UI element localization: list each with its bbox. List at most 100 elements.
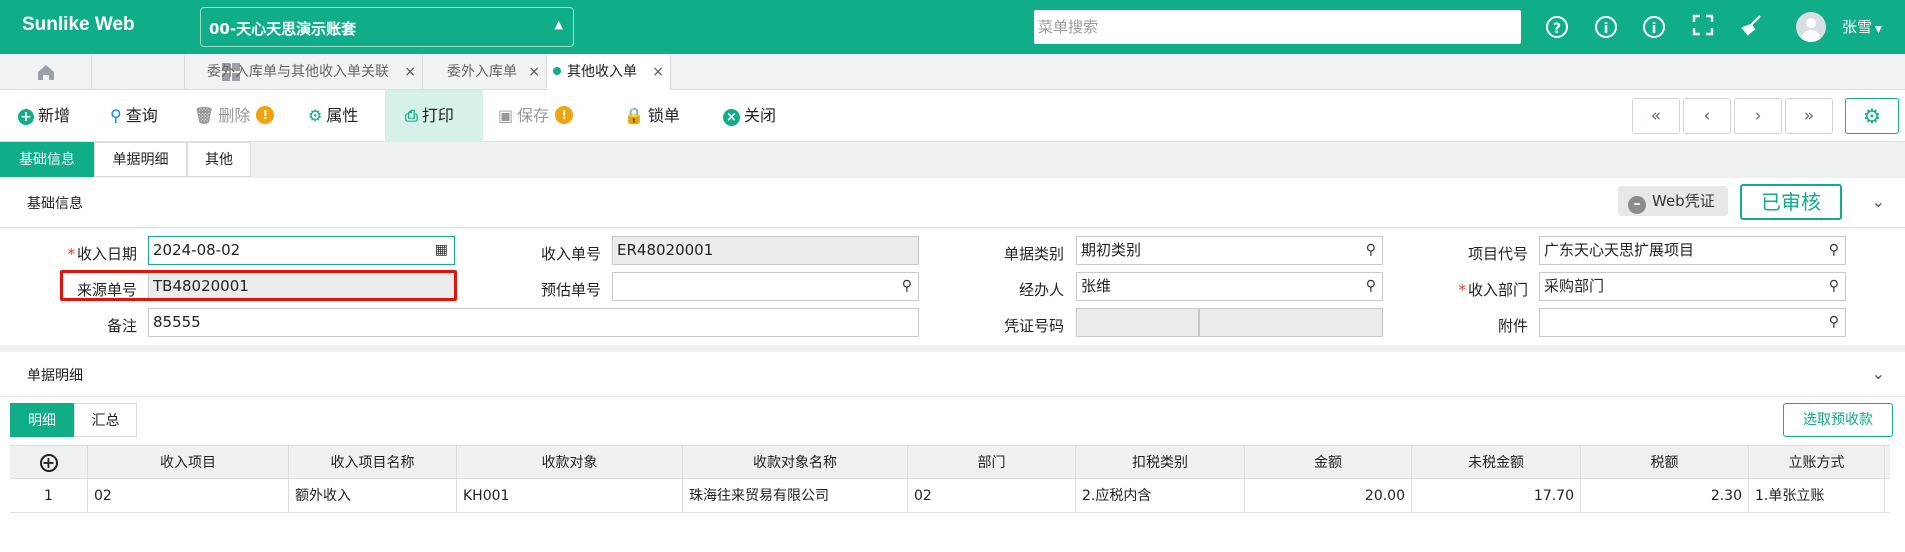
- receive-date-field[interactable]: 2024-08-02 ▦: [148, 236, 455, 265]
- page-tab-bar: 委外入库单与其他收入单关联 × 委外入库单 × 其他收入单 ×: [0, 54, 1905, 90]
- table-cell[interactable]: 2.30: [1581, 479, 1749, 513]
- last-record-button[interactable]: »: [1785, 98, 1833, 134]
- subtab-basic-info[interactable]: 基础信息: [0, 142, 94, 177]
- search-icon[interactable]: ⚲: [1366, 237, 1376, 264]
- handler-field[interactable]: 张维 ⚲: [1076, 272, 1383, 301]
- search-icon[interactable]: ⚲: [1829, 273, 1839, 300]
- print-button[interactable]: ⎙ 打印: [385, 90, 483, 142]
- project-code-field[interactable]: 广东天心天思扩展项目 ⚲: [1539, 236, 1846, 265]
- lock-button[interactable]: 🔒 锁单: [610, 90, 680, 142]
- settings-button[interactable]: ⚙: [1845, 98, 1899, 134]
- table-cell[interactable]: KH001: [457, 479, 683, 513]
- table-cell[interactable]: 额外收入: [289, 479, 457, 513]
- column-header[interactable]: 收入项目名称: [289, 446, 457, 480]
- app-grid-tab[interactable]: [92, 54, 240, 90]
- properties-button[interactable]: ⚙ 属性: [294, 90, 358, 142]
- home-tab[interactable]: [0, 54, 92, 90]
- tab-other-income[interactable]: 其他收入单 ×: [547, 54, 671, 90]
- plus-icon: +: [18, 109, 34, 125]
- subtab-other[interactable]: 其他: [187, 142, 251, 177]
- gear-icon: ⚙: [1863, 104, 1881, 128]
- print-label: 打印: [421, 106, 454, 125]
- add-row-button[interactable]: +: [10, 446, 88, 480]
- top-header: Sunlike Web 00-天心天思演示账套 ▲ ? i i 张雪▼: [0, 0, 1905, 54]
- column-header[interactable]: 部门: [908, 446, 1076, 480]
- column-header[interactable]: 未税金额: [1412, 446, 1581, 480]
- search-icon[interactable]: ⚲: [1829, 237, 1839, 264]
- table-cell[interactable]: 20.00: [1245, 479, 1412, 513]
- chevron-down-icon[interactable]: ⌄: [1872, 364, 1885, 383]
- receive-dept-value: 采购部门: [1544, 277, 1605, 295]
- close-icon[interactable]: ×: [528, 54, 540, 90]
- column-header[interactable]: 立账方式: [1749, 446, 1885, 480]
- column-header[interactable]: 扣税类别: [1076, 446, 1245, 480]
- new-button[interactable]: + 新增: [4, 90, 70, 142]
- doc-type-field[interactable]: 期初类别 ⚲: [1076, 236, 1383, 265]
- broom-icon[interactable]: [1738, 14, 1764, 40]
- table-cell[interactable]: 珠海往来贸易有限公司: [683, 479, 908, 513]
- voucher-no-field-1: [1076, 308, 1199, 337]
- tab-outsource-receipt[interactable]: 委外入库单 ×: [423, 54, 547, 90]
- web-voucher-button[interactable]: – Web凭证: [1618, 186, 1728, 216]
- properties-label: 属性: [326, 106, 359, 125]
- subtab-doc-detail[interactable]: 单据明细: [94, 142, 187, 177]
- search-icon[interactable]: ⚲: [1366, 273, 1376, 300]
- table-cell[interactable]: 1.单张立账: [1749, 479, 1885, 513]
- column-header[interactable]: 收款对象名称: [683, 446, 908, 480]
- column-header[interactable]: 税额: [1581, 446, 1749, 480]
- close-circle-icon: ×: [723, 109, 740, 126]
- column-header[interactable]: 收款对象: [457, 446, 683, 480]
- new-label: 新增: [38, 106, 71, 125]
- chevron-down-icon[interactable]: ⌄: [1872, 192, 1885, 211]
- handler-label: 经办人: [1018, 281, 1064, 299]
- table-cell[interactable]: 02: [908, 479, 1076, 513]
- menu-search-input[interactable]: [1034, 10, 1521, 44]
- prev-record-button[interactable]: ‹: [1683, 98, 1731, 134]
- close-button[interactable]: × 关闭: [709, 90, 776, 142]
- delete-button[interactable]: 🗑 删除!: [180, 90, 275, 142]
- user-menu[interactable]: 张雪 ▼: [1842, 16, 1882, 37]
- tab-detail[interactable]: 明细: [10, 403, 74, 437]
- query-button[interactable]: ⚲ 查询: [96, 90, 158, 142]
- question-circle-icon[interactable]: ?: [1546, 16, 1568, 38]
- search-icon[interactable]: ⚲: [902, 273, 912, 300]
- tab-label: 委外入库单: [447, 64, 517, 80]
- avatar[interactable]: [1796, 12, 1826, 42]
- project-code-label: 项目代号: [1467, 245, 1528, 263]
- table-row[interactable]: 1 02 额外收入 KH001 珠海往来贸易有限公司 02 2.应税内含 20.…: [10, 479, 1890, 513]
- search-icon[interactable]: ⚲: [1829, 309, 1839, 336]
- column-header[interactable]: 收入项目: [88, 446, 289, 480]
- tab-outsource-link[interactable]: 委外入库单与其他收入单关联 ×: [185, 54, 423, 90]
- tab-summary[interactable]: 汇总: [74, 403, 137, 437]
- table-cell[interactable]: 17.70: [1412, 479, 1581, 513]
- table-cell[interactable]: 02: [88, 479, 289, 513]
- estimate-no-field[interactable]: ⚲: [612, 272, 919, 301]
- doc-type-value: 期初类别: [1081, 241, 1142, 259]
- detail-header: 单据明细 ⌄: [0, 352, 1905, 397]
- next-record-button[interactable]: ›: [1734, 98, 1782, 134]
- column-header[interactable]: 金额: [1245, 446, 1412, 480]
- account-selector[interactable]: 00-天心天思演示账套 ▲: [200, 7, 574, 47]
- receive-no-label: 收入单号: [540, 245, 601, 263]
- select-prepayment-button[interactable]: 选取预收款: [1783, 403, 1893, 437]
- info-circle-icon[interactable]: i: [1595, 16, 1617, 38]
- info-circle-icon[interactable]: i: [1643, 16, 1665, 38]
- status-badge: 已审核: [1740, 184, 1842, 220]
- close-icon[interactable]: ×: [404, 54, 416, 90]
- attachment-field[interactable]: ⚲: [1539, 308, 1846, 337]
- table-cell[interactable]: 2.应税内含: [1076, 479, 1245, 513]
- receive-date-label: * 收入日期: [67, 245, 137, 263]
- tab-label: 委外入库单与其他收入单关联: [207, 64, 389, 80]
- close-icon[interactable]: ×: [652, 54, 664, 90]
- save-button[interactable]: ▣ 保存!: [484, 90, 574, 142]
- section-title: 单据明细: [27, 368, 83, 384]
- first-record-button[interactable]: «: [1632, 98, 1680, 134]
- calendar-icon[interactable]: ▦: [435, 237, 448, 264]
- receive-dept-field[interactable]: 采购部门 ⚲: [1539, 272, 1846, 301]
- remark-field[interactable]: 85555: [148, 308, 919, 337]
- trash-icon: 🗑: [194, 106, 215, 125]
- fullscreen-icon[interactable]: [1690, 14, 1716, 40]
- floppy-icon: ▣: [498, 106, 514, 125]
- home-icon: [38, 65, 54, 80]
- estimate-no-label: 预估单号: [540, 281, 601, 299]
